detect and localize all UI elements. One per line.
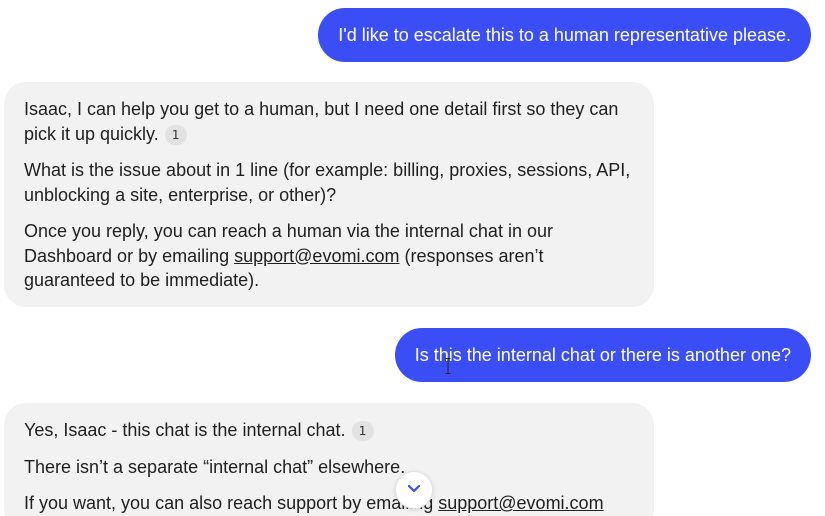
assistant-paragraph: What is the issue about in 1 line (for e…	[24, 158, 634, 207]
assistant-message: Yes, Isaac - this chat is the internal c…	[4, 403, 654, 516]
user-message-text: Is this the internal chat or there is an…	[414, 345, 791, 365]
citation-badge[interactable]: 1	[351, 421, 374, 441]
assistant-text: Yes, Isaac - this chat is the internal c…	[24, 420, 346, 440]
assistant-paragraph: Yes, Isaac - this chat is the internal c…	[24, 418, 634, 443]
chevron-down-icon	[407, 481, 421, 499]
support-email-link[interactable]: support@evomi.com	[234, 246, 399, 266]
assistant-paragraph: There isn’t a separate “internal chat” e…	[24, 455, 634, 480]
chat-thread: I'd like to escalate this to a human rep…	[0, 0, 825, 516]
assistant-message: Isaac, I can help you get to a human, bu…	[4, 82, 654, 307]
text-cursor-icon	[445, 358, 451, 374]
user-message: Is this the internal chat or there is an…	[394, 328, 811, 382]
assistant-text: Isaac, I can help you get to a human, bu…	[24, 99, 619, 144]
assistant-paragraph: Once you reply, you can reach a human vi…	[24, 219, 634, 293]
support-email-link[interactable]: support@evomi.com	[438, 493, 603, 513]
citation-badge[interactable]: 1	[164, 124, 187, 145]
scroll-to-bottom-button[interactable]	[395, 471, 433, 509]
user-message-text: I'd like to escalate this to a human rep…	[338, 25, 791, 45]
assistant-text: What is the issue about in 1 line (for e…	[24, 160, 631, 205]
assistant-paragraph: If you want, you can also reach support …	[24, 491, 634, 516]
assistant-paragraph: Isaac, I can help you get to a human, bu…	[24, 97, 634, 146]
assistant-text: There isn’t a separate “internal chat” e…	[24, 456, 406, 477]
user-message: I'd like to escalate this to a human rep…	[318, 8, 811, 62]
assistant-text: If you want, you can also reach support …	[24, 493, 439, 513]
